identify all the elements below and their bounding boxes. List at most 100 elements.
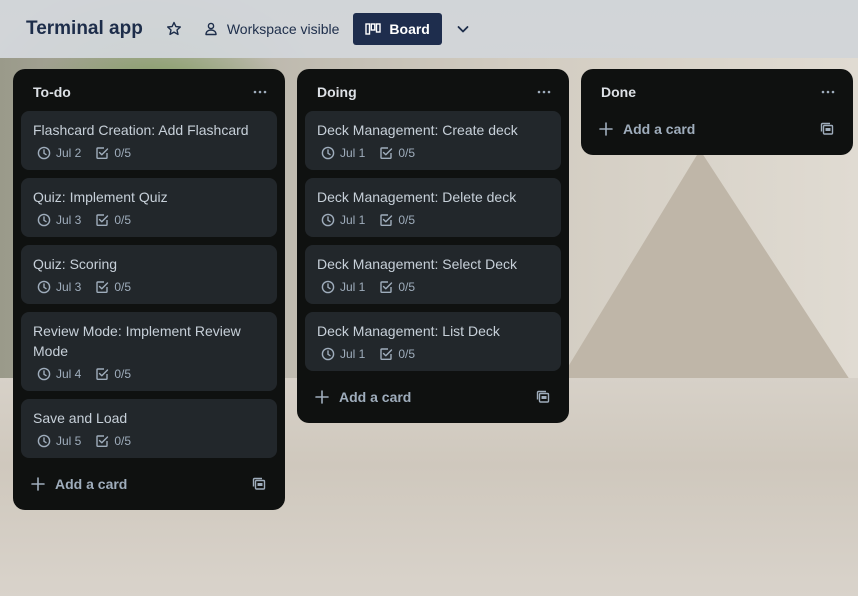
list-title[interactable]: To-do — [33, 84, 71, 100]
more-icon — [821, 90, 835, 94]
card[interactable]: Quiz: Scoring Jul 3 0/5 — [21, 245, 277, 304]
card-title: Review Mode: Implement Review Mode — [33, 323, 241, 359]
clock-icon — [37, 434, 51, 448]
card[interactable]: Deck Management: List Deck Jul 1 0/5 — [305, 312, 561, 371]
board-title[interactable]: Terminal app — [26, 18, 143, 40]
card-badges: Jul 3 0/5 — [33, 280, 265, 294]
card[interactable]: Quiz: Implement Quiz Jul 3 0/5 — [21, 178, 277, 237]
checklist-badge: 0/5 — [95, 146, 131, 160]
list-menu-button[interactable] — [531, 79, 557, 105]
more-icon — [537, 90, 551, 94]
checkbox-icon — [96, 435, 109, 447]
clock-icon — [321, 347, 335, 361]
plus-icon — [315, 390, 329, 404]
clock-icon — [37, 146, 51, 160]
view-switcher-button[interactable] — [452, 18, 474, 40]
visibility-button[interactable]: Workspace visible — [197, 17, 346, 41]
checkbox-icon — [96, 147, 109, 159]
board-view-button[interactable]: Board — [353, 13, 442, 45]
clock-icon — [321, 213, 335, 227]
visibility-label: Workspace visible — [226, 21, 340, 37]
due-date-badge[interactable]: Jul 4 — [37, 367, 81, 381]
list-menu-button[interactable] — [815, 79, 841, 105]
create-from-template-button[interactable] — [531, 385, 555, 409]
checklist-badge: 0/5 — [379, 146, 415, 160]
template-icon — [820, 122, 834, 135]
checkbox-icon — [96, 368, 109, 380]
card[interactable]: Deck Management: Create deck Jul 1 0/5 — [305, 111, 561, 170]
card-badges: Jul 2 0/5 — [33, 146, 265, 160]
due-date-badge[interactable]: Jul 1 — [321, 280, 365, 294]
list-done: Done Add a card — [581, 69, 853, 155]
due-date-text: Jul 3 — [56, 280, 82, 294]
add-card-row: Add a card — [589, 111, 845, 147]
list-header: Doing — [305, 77, 561, 107]
list-to-do: To-do Flashcard Creation: Add Flashcard … — [13, 69, 285, 510]
add-card-row: Add a card — [305, 379, 561, 415]
card-title: Deck Management: Delete deck — [317, 189, 517, 205]
checklist-badge: 0/5 — [379, 347, 415, 361]
add-card-label: Add a card — [623, 121, 696, 137]
list-title[interactable]: Doing — [317, 84, 357, 100]
checkbox-icon — [380, 348, 393, 360]
checklist-text: 0/5 — [398, 146, 416, 160]
checklist-badge: 0/5 — [95, 434, 131, 448]
list-title[interactable]: Done — [601, 84, 636, 100]
card-title: Quiz: Implement Quiz — [33, 189, 168, 205]
due-date-text: Jul 1 — [340, 146, 366, 160]
due-date-badge[interactable]: Jul 1 — [321, 146, 365, 160]
board-header: Terminal app Workspace visible Board — [0, 0, 858, 58]
due-date-text: Jul 4 — [56, 367, 82, 381]
checklist-text: 0/5 — [114, 213, 132, 227]
plus-icon — [31, 477, 45, 491]
add-card-button[interactable]: Add a card — [599, 121, 695, 137]
due-date-badge[interactable]: Jul 1 — [321, 347, 365, 361]
due-date-badge[interactable]: Jul 3 — [37, 280, 81, 294]
card-title: Save and Load — [33, 410, 128, 426]
create-from-template-button[interactable] — [247, 472, 271, 496]
add-card-button[interactable]: Add a card — [315, 389, 411, 405]
card-badges: Jul 5 0/5 — [33, 434, 265, 448]
card-badges: Jul 1 0/5 — [317, 347, 549, 361]
card-badges: Jul 1 0/5 — [317, 213, 549, 227]
checklist-text: 0/5 — [398, 213, 416, 227]
due-date-text: Jul 3 — [56, 213, 82, 227]
card-title: Quiz: Scoring — [33, 256, 118, 272]
star-icon — [166, 21, 181, 36]
list-menu-button[interactable] — [247, 79, 273, 105]
card-badges: Jul 1 0/5 — [317, 280, 549, 294]
checkbox-icon — [96, 281, 109, 293]
card[interactable]: Deck Management: Select Deck Jul 1 0/5 — [305, 245, 561, 304]
due-date-badge[interactable]: Jul 2 — [37, 146, 81, 160]
add-card-row: Add a card — [21, 466, 277, 502]
template-icon — [536, 390, 550, 403]
due-date-badge[interactable]: Jul 5 — [37, 434, 81, 448]
people-icon — [205, 22, 217, 36]
add-card-button[interactable]: Add a card — [31, 476, 127, 492]
checkbox-icon — [380, 214, 393, 226]
create-from-template-button[interactable] — [815, 117, 839, 141]
checklist-text: 0/5 — [398, 347, 416, 361]
clock-icon — [37, 367, 51, 381]
card-title: Deck Management: List Deck — [317, 323, 500, 339]
due-date-text: Jul 1 — [340, 347, 366, 361]
card[interactable]: Deck Management: Delete deck Jul 1 0/5 — [305, 178, 561, 237]
checklist-text: 0/5 — [114, 434, 132, 448]
due-date-badge[interactable]: Jul 3 — [37, 213, 81, 227]
board-icon — [365, 23, 382, 35]
card[interactable]: Flashcard Creation: Add Flashcard Jul 2 … — [21, 111, 277, 170]
checklist-text: 0/5 — [114, 367, 132, 381]
board-view-label: Board — [389, 21, 430, 37]
clock-icon — [37, 280, 51, 294]
card-title: Deck Management: Select Deck — [317, 256, 517, 272]
checklist-badge: 0/5 — [379, 213, 415, 227]
list-header: Done — [589, 77, 845, 107]
checklist-text: 0/5 — [398, 280, 416, 294]
card-title: Flashcard Creation: Add Flashcard — [33, 122, 249, 138]
star-button[interactable] — [163, 18, 185, 40]
checklist-badge: 0/5 — [95, 213, 131, 227]
clock-icon — [37, 213, 51, 227]
due-date-badge[interactable]: Jul 1 — [321, 213, 365, 227]
card[interactable]: Review Mode: Implement Review Mode Jul 4… — [21, 312, 277, 391]
card[interactable]: Save and Load Jul 5 0/5 — [21, 399, 277, 458]
